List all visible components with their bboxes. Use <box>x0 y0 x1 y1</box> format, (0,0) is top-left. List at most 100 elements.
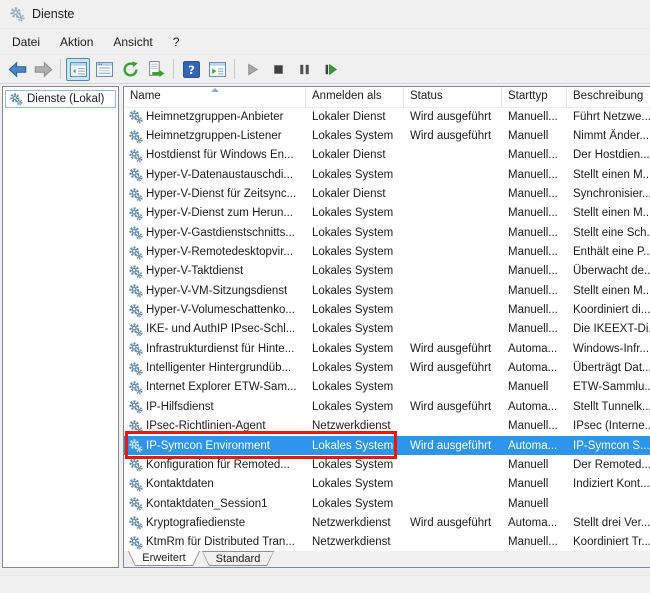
toolbar-forward-button[interactable] <box>31 58 55 81</box>
service-row[interactable]: Heimnetzgruppen-AnbieterLokaler DienstWi… <box>124 107 650 126</box>
service-row[interactable]: KtmRm für Distributed Tran...Netzwerkdie… <box>124 533 650 551</box>
service-description: Koordiniert Tr... <box>567 533 650 551</box>
service-row[interactable]: Hyper-V-TaktdienstLokales SystemManuell.… <box>124 262 650 281</box>
toolbar-stop-service-button[interactable] <box>266 58 290 81</box>
service-gear-icon <box>128 341 143 356</box>
refresh-icon <box>122 61 139 78</box>
column-header-status[interactable]: Status <box>404 87 502 107</box>
service-status: Wird ausgeführt <box>404 513 502 532</box>
service-row[interactable]: Kontaktdaten_Session1Lokales SystemManue… <box>124 494 650 513</box>
service-name-cell: Heimnetzgruppen-Listener <box>124 126 306 145</box>
service-startup: Automa... <box>502 513 567 532</box>
export-list-icon <box>148 61 165 78</box>
service-status <box>404 455 502 474</box>
service-row[interactable]: Intelligenter Hintergrundüb...Lokales Sy… <box>124 358 650 377</box>
column-header-label: Beschreibung <box>573 90 643 102</box>
toolbar-pause-service-button[interactable] <box>292 58 316 81</box>
menu-item-help[interactable]: ? <box>163 31 190 53</box>
service-row[interactable]: KryptografiediensteNetzwerkdienstWird au… <box>124 513 650 532</box>
toolbar-extended-view-button[interactable] <box>205 58 229 81</box>
column-header-anmelden-als[interactable]: Anmelden als <box>306 87 404 107</box>
toolbar-show-console-tree-button[interactable] <box>66 58 90 81</box>
toolbar-separator <box>234 59 235 79</box>
service-name-cell: Konfiguration für Remoted... <box>124 455 306 474</box>
service-row[interactable]: IP-Symcon EnvironmentLokales SystemWird … <box>124 436 650 455</box>
toolbar-start-service-button[interactable] <box>240 58 264 81</box>
column-header-beschreibung[interactable]: Beschreibung <box>567 87 650 107</box>
service-row[interactable]: IPsec-Richtlinien-AgentNetzwerkdienst Man… <box>124 417 650 436</box>
service-row[interactable]: Hostdienst für Windows En...Lokaler Dien… <box>124 146 650 165</box>
service-name: Hyper-V-Datenaustauschdi... <box>146 169 293 181</box>
services-gears-icon <box>9 92 23 106</box>
service-row[interactable]: Hyper-V-Datenaustauschdi...Lokales Syste… <box>124 165 650 184</box>
service-logon: Lokales System <box>306 126 404 145</box>
tab-standard[interactable]: Standard <box>202 551 274 566</box>
service-description: Überträgt Dat... <box>567 358 650 377</box>
arrow-left-icon <box>8 61 27 78</box>
service-gear-icon <box>128 457 143 472</box>
service-name: IP-Hilfsdienst <box>146 401 214 413</box>
help-icon: ? <box>183 61 200 78</box>
service-row[interactable]: Hyper-V-Volumeschattenko...Lokales Syste… <box>124 300 650 319</box>
service-logon: Lokales System <box>306 494 404 513</box>
services-list: Heimnetzgruppen-AnbieterLokaler DienstWi… <box>124 107 650 551</box>
service-status <box>404 533 502 551</box>
service-row[interactable]: Hyper-V-Dienst zum Herun...Lokales Syste… <box>124 204 650 223</box>
menu-item-aktion[interactable]: Aktion <box>50 31 103 53</box>
sort-ascending-icon <box>211 88 219 92</box>
service-row[interactable]: Heimnetzgruppen-ListenerLokales SystemWi… <box>124 126 650 145</box>
service-gear-icon <box>128 129 143 144</box>
service-gear-icon <box>128 515 143 530</box>
service-row[interactable]: Konfiguration für Remoted...Lokales Syst… <box>124 455 650 474</box>
service-name: Heimnetzgruppen-Listener <box>146 130 282 142</box>
service-logon: Lokales System <box>306 378 404 397</box>
service-row[interactable]: Hyper-V-VM-SitzungsdienstLokales SystemM… <box>124 281 650 300</box>
toolbar-restart-service-button[interactable] <box>318 58 342 81</box>
service-status <box>404 378 502 397</box>
service-row[interactable]: Infrastrukturdienst für Hinte...Lokales … <box>124 339 650 358</box>
service-status <box>404 242 502 261</box>
toolbar-help-button[interactable]: ? <box>179 58 203 81</box>
service-row[interactable]: KontaktdatenLokales SystemManuellIndizie… <box>124 475 650 494</box>
column-header-name[interactable]: Name <box>124 87 306 107</box>
service-gear-icon <box>128 380 143 395</box>
services-gears-icon <box>9 6 25 22</box>
service-startup: Manuell... <box>502 417 567 436</box>
services-window: Dienste DateiAktionAnsicht? ? Dienste (L… <box>0 0 650 593</box>
menu-item-ansicht[interactable]: Ansicht <box>103 31 162 53</box>
menu-item-datei[interactable]: Datei <box>2 31 50 53</box>
toolbar-properties-button[interactable] <box>92 58 116 81</box>
service-row[interactable]: Hyper-V-Gastdienstschnitts...Lokales Sys… <box>124 223 650 242</box>
service-row[interactable]: Hyper-V-Dienst für Zeitsync...Lokaler Di… <box>124 184 650 203</box>
tab-erweitert[interactable]: Erweitert <box>128 551 200 566</box>
service-startup: Automa... <box>502 339 567 358</box>
service-row[interactable]: Hyper-V-Remotedesktopvir...Lokales Syste… <box>124 242 650 261</box>
service-description: Stellt einen M... <box>567 281 650 300</box>
toolbar-back-button[interactable] <box>5 58 29 81</box>
column-header-starttyp[interactable]: Starttyp <box>502 87 567 107</box>
service-name-cell: Hyper-V-Taktdienst <box>124 262 306 281</box>
service-row[interactable]: Internet Explorer ETW-Sam...Lokales Syst… <box>124 378 650 397</box>
service-gear-icon <box>128 148 143 163</box>
service-row[interactable]: IKE- und AuthIP IPsec-Schl...Lokales Sys… <box>124 320 650 339</box>
tree-item-dienste-lokal[interactable]: Dienste (Lokal) <box>5 90 116 108</box>
service-startup: Manuell <box>502 126 567 145</box>
restart-icon <box>323 62 338 77</box>
service-status <box>404 223 502 242</box>
service-status <box>404 320 502 339</box>
service-logon: Netzwerkdienst <box>306 417 404 436</box>
service-row[interactable]: IP-HilfsdienstLokales SystemWird ausgefü… <box>124 397 650 416</box>
view-tabs: ErweitertStandard <box>124 551 650 567</box>
service-gear-icon <box>128 225 143 240</box>
service-name-cell: IPsec-Richtlinien-Agent <box>124 417 306 436</box>
service-name-cell: Hyper-V-Volumeschattenko... <box>124 300 306 319</box>
service-status <box>404 417 502 436</box>
service-name: Konfiguration für Remoted... <box>146 459 290 471</box>
toolbar-export-list-button[interactable] <box>144 58 168 81</box>
service-description: Die IKEEXT-Di... <box>567 320 650 339</box>
service-description: Stellt einen M... <box>567 165 650 184</box>
service-name-cell: Hyper-V-Dienst für Zeitsync... <box>124 184 306 203</box>
column-header-label: Starttyp <box>508 90 548 102</box>
toolbar-refresh-button[interactable] <box>118 58 142 81</box>
service-name-cell: IP-Hilfsdienst <box>124 397 306 416</box>
